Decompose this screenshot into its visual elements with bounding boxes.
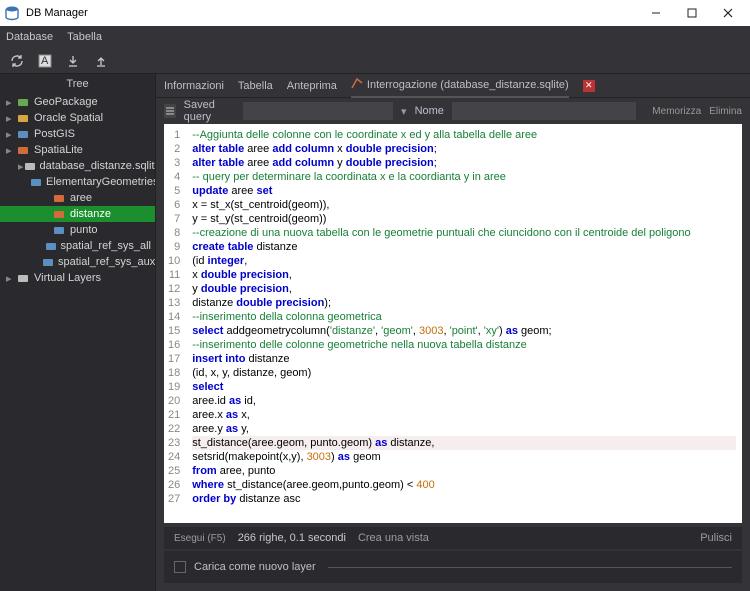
- clear-button[interactable]: Pulisci: [700, 532, 732, 544]
- tree-item-spatial-ref-sys-aux[interactable]: spatial_ref_sys_aux: [0, 254, 155, 270]
- svg-text:A: A: [41, 55, 49, 67]
- tree-item-punto[interactable]: punto: [0, 222, 155, 238]
- menubar: Database Tabella: [0, 26, 750, 48]
- tbl-icon: [52, 207, 66, 221]
- poly-icon: [52, 191, 66, 205]
- tree-item-elementarygeometries[interactable]: ElementaryGeometries: [0, 174, 155, 190]
- query-toolbar: Saved query ▾ Nome Memorizza Elimina: [156, 98, 750, 124]
- tab-close-icon[interactable]: ✕: [583, 80, 595, 92]
- minimize-button[interactable]: [638, 0, 674, 26]
- layer-icon: [45, 239, 57, 253]
- tree-item-spatialite[interactable]: ▸SpatiaLite: [0, 142, 155, 158]
- tab-table[interactable]: Tabella: [238, 80, 273, 92]
- rows-status: 266 righe, 0.1 secondi: [238, 532, 346, 544]
- tab-preview[interactable]: Anteprima: [287, 80, 337, 92]
- tree-header: Tree: [0, 74, 155, 94]
- sql-editor[interactable]: 1234567891011121314151617181920212223242…: [164, 124, 742, 523]
- tree-item-geopackage[interactable]: ▸GeoPackage: [0, 94, 155, 110]
- import-icon[interactable]: [64, 52, 82, 70]
- tab-query-label: Interrogazione (database_distanze.sqlite…: [367, 79, 569, 91]
- spatialite-icon: [16, 143, 30, 157]
- load-layer-checkbox[interactable]: [174, 561, 186, 573]
- close-button[interactable]: [710, 0, 746, 26]
- name-label: Nome: [415, 105, 444, 117]
- gutter: 1234567891011121314151617181920212223242…: [164, 124, 186, 523]
- tree-item-aree[interactable]: aree: [0, 190, 155, 206]
- toolbar: A: [0, 48, 750, 74]
- geopackage-icon: [16, 95, 30, 109]
- store-button[interactable]: Memorizza: [652, 106, 701, 117]
- tabs: Informazioni Tabella Anteprima Interroga…: [156, 74, 750, 98]
- vl-icon: [16, 271, 30, 285]
- tree-item-oracle-spatial[interactable]: ▸Oracle Spatial: [0, 110, 155, 126]
- pt-icon: [52, 223, 66, 237]
- tree[interactable]: ▸GeoPackage▸Oracle Spatial▸PostGIS▸Spati…: [0, 94, 155, 591]
- menu-database[interactable]: Database: [6, 31, 53, 43]
- tab-query[interactable]: Interrogazione (database_distanze.sqlite…: [351, 74, 569, 98]
- menu-table[interactable]: Tabella: [67, 31, 102, 43]
- tree-item-distanze[interactable]: distanze: [0, 206, 155, 222]
- delete-button[interactable]: Elimina: [709, 106, 742, 117]
- list-icon[interactable]: [164, 104, 176, 118]
- saved-query-input[interactable]: [243, 102, 393, 120]
- tree-item-spatial-ref-sys-all[interactable]: spatial_ref_sys_all: [0, 238, 155, 254]
- execute-button[interactable]: Esegui (F5): [174, 533, 226, 544]
- tree-item-postgis[interactable]: ▸PostGIS: [0, 126, 155, 142]
- content: Informazioni Tabella Anteprima Interroga…: [156, 74, 750, 591]
- layer-icon: [30, 175, 42, 189]
- postgis-icon: [16, 127, 30, 141]
- create-view-button[interactable]: Crea una vista: [358, 532, 429, 544]
- titlebar: DB Manager: [0, 0, 750, 26]
- layer-icon: [42, 255, 54, 269]
- query-name-input[interactable]: [452, 102, 636, 120]
- export-icon[interactable]: [92, 52, 110, 70]
- status-row: Esegui (F5) 266 righe, 0.1 secondi Crea …: [164, 527, 742, 549]
- db-icon: [24, 159, 36, 173]
- app-icon: [4, 5, 20, 21]
- refresh-icon[interactable]: [8, 52, 26, 70]
- layer-row: Carica come nuovo layer: [164, 551, 742, 583]
- tree-item-virtual-layers[interactable]: ▸Virtual Layers: [0, 270, 155, 286]
- sql-window-icon[interactable]: A: [36, 52, 54, 70]
- sidebar: Tree ▸GeoPackage▸Oracle Spatial▸PostGIS▸…: [0, 74, 156, 591]
- maximize-button[interactable]: [674, 0, 710, 26]
- saved-query-label: Saved query: [184, 99, 235, 123]
- tree-item-database-distanze-sqlite[interactable]: ▸database_distanze.sqlite: [0, 158, 155, 174]
- load-layer-label: Carica come nuovo layer: [194, 561, 316, 573]
- window-title: DB Manager: [26, 7, 88, 19]
- code[interactable]: --Aggiunta delle colonne con le coordina…: [186, 124, 742, 523]
- sql-icon: [351, 77, 363, 92]
- tab-info[interactable]: Informazioni: [164, 80, 224, 92]
- oracle-icon: [16, 111, 30, 125]
